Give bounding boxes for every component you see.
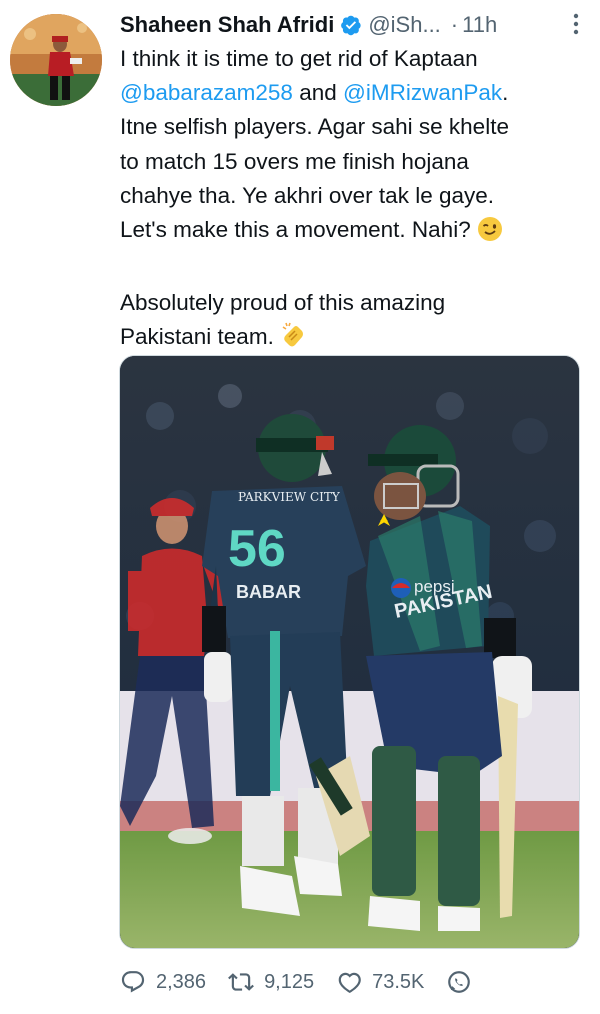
tweet-line-mentions: @babarazam258 and @iMRizwanPak.	[120, 76, 580, 110]
share-icon[interactable]	[446, 969, 472, 995]
tweet-line: chahye tha. Ye akhri over tak le gaye.	[120, 182, 494, 208]
reply-action[interactable]: 2,386	[120, 969, 206, 995]
like-icon[interactable]	[336, 969, 362, 995]
svg-text:PARKVIEW CITY: PARKVIEW CITY	[238, 490, 341, 504]
tweet-header: Shaheen Shah Afridi @iSh... · 11h	[120, 8, 580, 42]
tweet-line: to match 15 overs me finish hojana	[120, 148, 469, 174]
more-options-icon[interactable]	[566, 10, 586, 38]
tweet-text: I think it is time to get rid of Kaptaan…	[120, 42, 580, 360]
reply-count: 2,386	[156, 970, 207, 993]
tweet-line-text: Pakistani team.	[120, 324, 274, 350]
verified-badge-icon	[340, 14, 362, 36]
avatar-photo	[10, 14, 102, 106]
tweet-line-wink: Let's make this a movement. Nahi?	[120, 213, 580, 252]
tweet-actions: 2,386 9,125 73.5K	[120, 962, 504, 1002]
author-avatar[interactable]	[10, 14, 102, 106]
author-handle[interactable]: @iSh...	[368, 12, 440, 38]
jersey-number: 56	[228, 520, 286, 578]
tweet-connector: and	[292, 80, 343, 106]
share-action[interactable]	[446, 969, 482, 995]
like-count: 73.5K	[372, 970, 425, 993]
author-name[interactable]: Shaheen Shah Afridi	[120, 12, 334, 38]
mention-babarazam[interactable]: @babarazam258	[120, 80, 293, 105]
jersey-sponsor-left: PARKVIEW CITY	[238, 490, 341, 504]
like-action[interactable]: 73.5K	[336, 969, 424, 995]
retweet-icon[interactable]	[228, 969, 254, 995]
wink-emoji-icon	[477, 216, 503, 252]
retweet-count: 9,125	[264, 970, 315, 993]
tweet-line-text: Let's make this a movement. Nahi?	[120, 217, 471, 243]
clapping-hands-emoji-icon	[280, 321, 308, 359]
tweet-line: I think it is time to get rid of Kaptaan	[120, 46, 478, 71]
tweet-line: Itne selfish players. Agar sahi se khelt…	[120, 114, 509, 140]
retweet-action[interactable]: 9,125	[228, 969, 314, 995]
separator-dot: ·	[450, 12, 459, 37]
jersey-name: BABAR	[236, 582, 301, 602]
mention-rizwan[interactable]: @iMRizwanPak	[343, 80, 502, 105]
tweet-line-clap: Pakistani team.	[120, 320, 580, 359]
tweet-period: .	[502, 80, 509, 106]
reply-icon[interactable]	[120, 969, 146, 995]
cricket-photo: PARKVIEW CITY 56 BABAR pepsi PAKISTAN	[120, 356, 579, 948]
tweet-media-photo[interactable]: PARKVIEW CITY 56 BABAR pepsi PAKISTAN	[119, 355, 580, 949]
tweet-line: Absolutely proud of this amazing	[120, 290, 446, 316]
tweet-timestamp[interactable]: 11h	[462, 12, 497, 38]
